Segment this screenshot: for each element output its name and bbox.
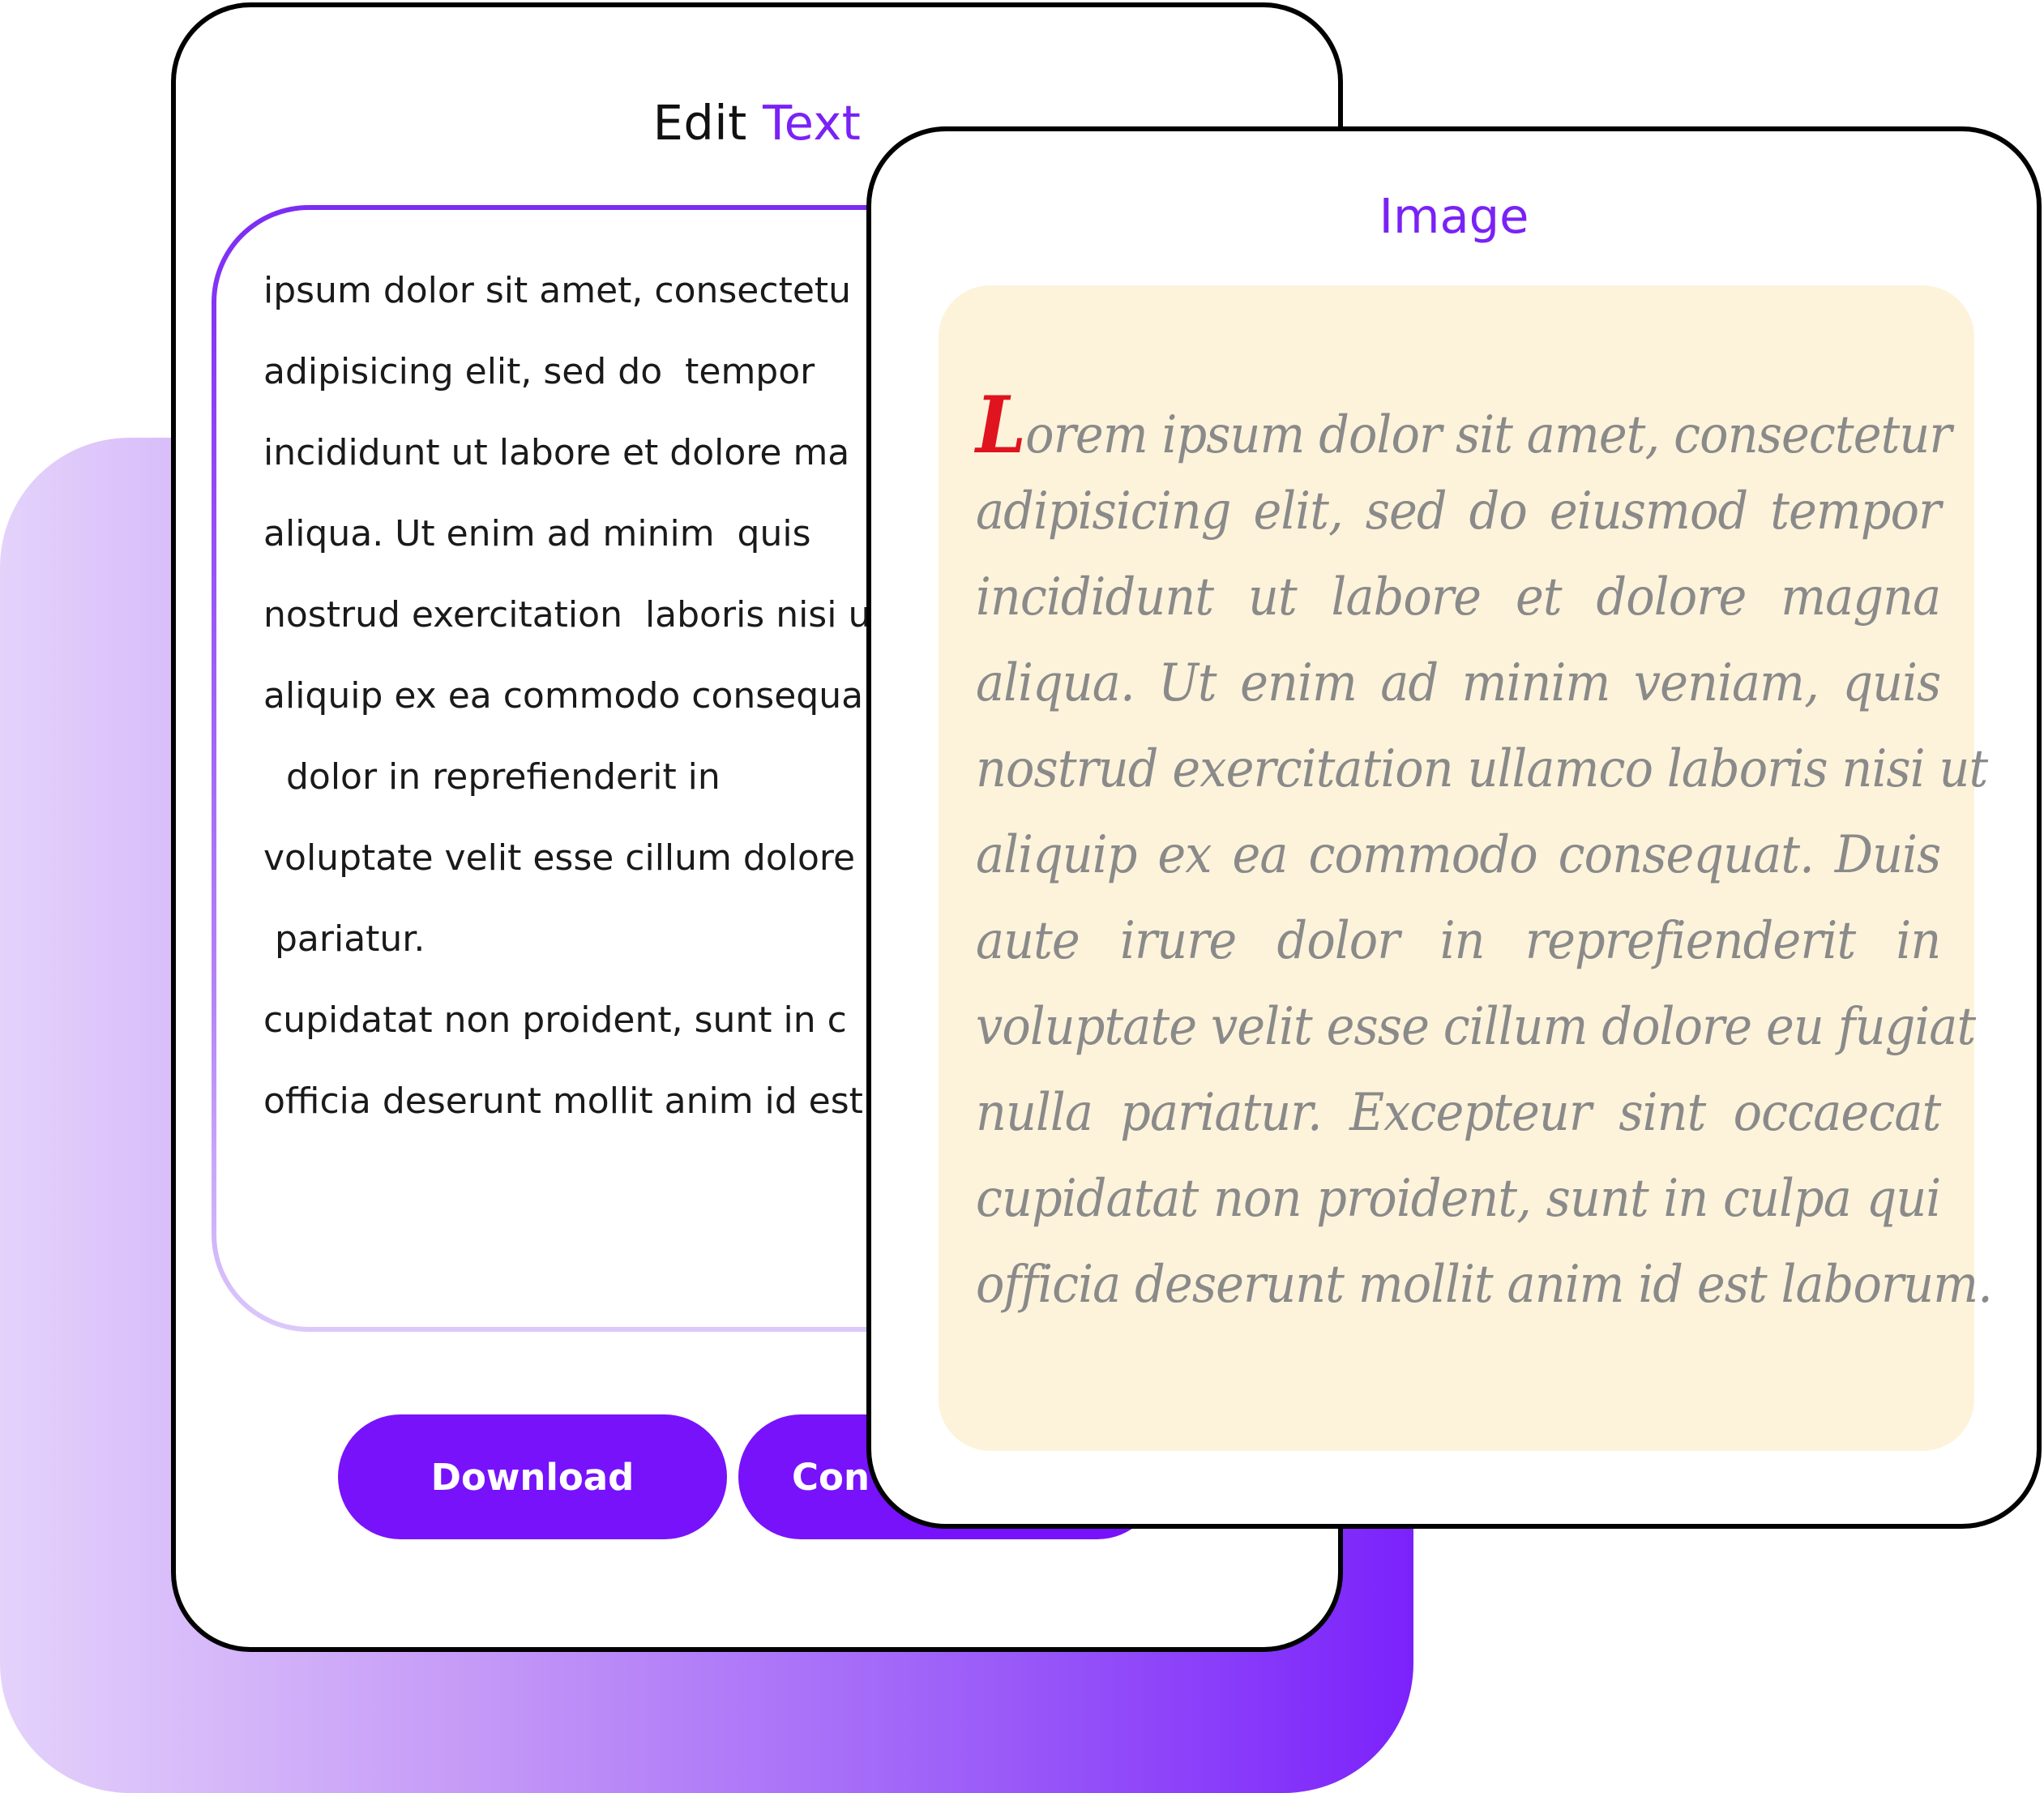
image-text-line: voluptate velit esse cillum dolore eu fu… <box>976 997 1976 1057</box>
download-button[interactable]: Download <box>338 1414 727 1539</box>
source-image: Lorem ipsum dolor sit amet, consectetur … <box>939 285 1993 1451</box>
image-text-line: officia deserunt mollit anim id est labo… <box>976 1255 1993 1315</box>
image-card-title: Image <box>1379 188 1529 244</box>
image-text-line: adipisicing elit, sed do eiusmod tempor <box>976 481 1941 541</box>
edit-title-main: Edit <box>652 95 747 151</box>
image-text-line: nulla pariatur. Excepteur sint occaecat <box>976 1083 1941 1143</box>
dropcap-letter: L <box>976 379 1026 471</box>
image-text-line: Lorem ipsum dolor sit amet, consectetur <box>976 383 1952 469</box>
image-text-line: aliqua. Ut enim ad minim veniam, quis <box>976 653 1941 713</box>
image-text-line: aliquip ex ea commodo consequat. Duis <box>976 825 1941 885</box>
image-text-line: incididunt ut labore et dolore magna <box>976 567 1941 627</box>
image-text-line: cupidatat non proident, sunt in culpa qu… <box>976 1169 1941 1229</box>
stage: Edit Text ipsum dolor sit amet, consecte… <box>0 0 2044 1793</box>
image-text-line: aute irure dolor in reprefienderit in <box>976 911 1941 971</box>
image-text-first-line: orem ipsum dolor sit amet, consectetur <box>1025 405 1952 465</box>
image-text-line: nostrud exercitation ullamco laboris nis… <box>976 739 1988 799</box>
edit-title-accent: Text <box>763 95 862 151</box>
image-card: Image Lorem ipsum dolor sit amet, consec… <box>866 126 2042 1529</box>
